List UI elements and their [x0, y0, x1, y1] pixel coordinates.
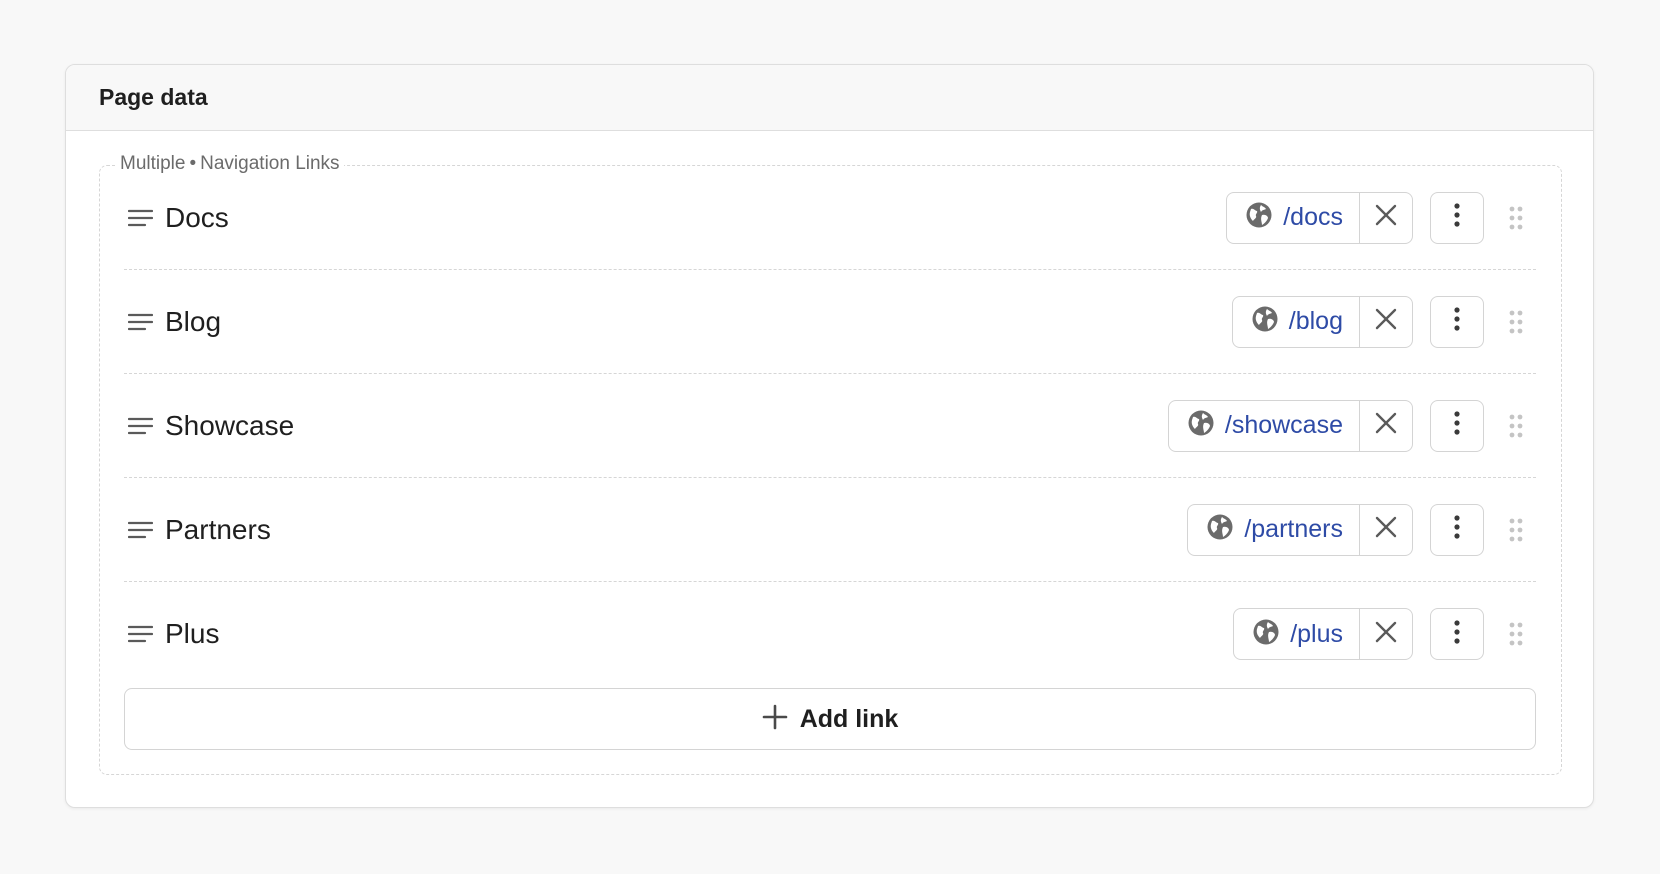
remove-url-button[interactable] — [1359, 400, 1412, 451]
navigation-links-group: Multiple • Navigation Links Docs /docs B… — [99, 153, 1562, 775]
add-link-button[interactable]: Add link — [124, 688, 1536, 750]
link-row[interactable]: Blog /blog — [124, 270, 1536, 374]
panel-title: Page data — [99, 84, 208, 110]
add-link-label: Add link — [799, 704, 899, 733]
close-icon — [1375, 412, 1397, 439]
link-row[interactable]: Partners /partners — [124, 478, 1536, 582]
link-url-chip: /blog — [1231, 295, 1413, 348]
more-options-button[interactable] — [1430, 399, 1484, 452]
text-lines-icon — [128, 624, 153, 644]
link-label: Plus — [165, 618, 220, 649]
text-lines-icon — [128, 312, 153, 332]
link-row[interactable]: Plus /plus — [124, 582, 1536, 686]
link-url-button[interactable]: /plus — [1234, 609, 1359, 659]
link-label: Showcase — [165, 409, 295, 441]
text-lines-icon — [128, 416, 153, 436]
more-vertical-icon — [1454, 619, 1460, 649]
link-url-button[interactable]: /blog — [1233, 297, 1359, 347]
remove-url-button[interactable] — [1359, 296, 1412, 347]
plus-icon — [762, 704, 788, 735]
drag-handle-icon[interactable] — [1506, 206, 1526, 230]
link-url-chip: /showcase — [1167, 399, 1413, 452]
remove-url-button[interactable] — [1359, 504, 1412, 555]
globe-icon — [1251, 305, 1279, 338]
drag-handle-icon[interactable] — [1506, 414, 1526, 438]
page-data-panel: Page data Multiple • Navigation Links Docs — [65, 64, 1594, 808]
close-icon — [1375, 621, 1397, 648]
more-vertical-icon — [1454, 307, 1460, 336]
link-url-chip: /partners — [1187, 503, 1413, 556]
link-url-text: /plus — [1290, 619, 1343, 648]
link-row[interactable]: Showcase /showcase — [124, 374, 1536, 478]
link-url-text: /showcase — [1224, 411, 1343, 439]
drag-handle-icon[interactable] — [1506, 310, 1526, 334]
link-url-text: /partners — [1244, 515, 1343, 543]
link-url-button[interactable]: /docs — [1227, 193, 1359, 243]
text-lines-icon — [128, 208, 153, 228]
panel-header: Page data — [66, 65, 1593, 131]
link-url-chip: /plus — [1233, 608, 1413, 660]
more-vertical-icon — [1454, 515, 1460, 544]
link-label: Blog — [165, 305, 222, 337]
link-url-text: /blog — [1288, 307, 1343, 335]
more-options-button[interactable] — [1430, 191, 1484, 244]
more-vertical-icon — [1454, 203, 1460, 232]
link-url-chip: /docs — [1226, 191, 1413, 244]
close-icon — [1375, 204, 1397, 231]
link-url-text: /docs — [1283, 203, 1343, 231]
globe-icon — [1187, 409, 1215, 442]
link-label: Docs — [165, 201, 229, 233]
globe-icon — [1206, 513, 1234, 546]
link-list: Docs /docs Blog /blog Showcase /showcase… — [124, 166, 1536, 686]
close-icon — [1375, 516, 1397, 543]
remove-url-button[interactable] — [1359, 192, 1412, 243]
more-vertical-icon — [1454, 411, 1460, 440]
close-icon — [1375, 308, 1397, 335]
remove-url-button[interactable] — [1359, 609, 1412, 659]
globe-icon — [1252, 618, 1280, 651]
text-lines-icon — [128, 520, 153, 540]
drag-handle-icon[interactable] — [1506, 622, 1526, 646]
link-row[interactable]: Docs /docs — [124, 166, 1536, 270]
more-options-button[interactable] — [1430, 295, 1484, 348]
more-options-button[interactable] — [1430, 503, 1484, 556]
drag-handle-icon[interactable] — [1506, 518, 1526, 542]
globe-icon — [1245, 201, 1273, 234]
link-label: Partners — [165, 513, 271, 545]
link-url-button[interactable]: /partners — [1188, 505, 1359, 555]
more-options-button[interactable] — [1430, 608, 1484, 660]
link-url-button[interactable]: /showcase — [1169, 401, 1359, 451]
